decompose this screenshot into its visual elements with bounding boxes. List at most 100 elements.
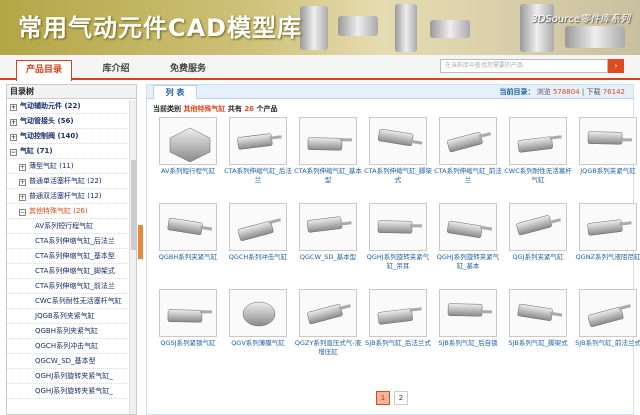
tree-item[interactable]: QGCH系列冲击气缸 — [7, 339, 136, 354]
tree-item[interactable]: JQGB系列夹紧气缸 — [7, 309, 136, 324]
product-name[interactable]: QGNZ系列气液阻尼缸 — [574, 253, 640, 271]
sidebar-scrollbar[interactable] — [129, 100, 136, 414]
page-button-current[interactable]: 1 — [376, 391, 390, 405]
product-card[interactable]: QGSJ系列紧锁气缸 — [154, 289, 222, 371]
expand-icon[interactable]: + — [19, 194, 26, 201]
expand-icon[interactable]: + — [10, 104, 17, 111]
product-card[interactable]: QGHJ系列旋转夹紧气缸_吊耳 — [364, 203, 432, 285]
product-name[interactable]: QGZY系列直压式气-液增压缸 — [294, 339, 362, 357]
product-thumbnail[interactable] — [509, 203, 567, 251]
tree-category[interactable]: + 气动控制阀 (140) — [7, 129, 136, 144]
product-card[interactable]: QGBH系列夹紧气缸 — [154, 203, 222, 285]
tab-list[interactable]: 列 表 — [153, 85, 197, 99]
product-name[interactable]: CTA系列伸缩气缸_基本型 — [294, 167, 362, 185]
product-name[interactable]: CTA系列伸缩气缸_脚架式 — [364, 167, 432, 185]
product-card[interactable]: QGZY系列直压式气-液增压缸 — [294, 289, 362, 371]
tree-item[interactable]: CWC系列耐性无活塞杆气缸 — [7, 294, 136, 309]
collapse-icon[interactable]: − — [10, 149, 17, 156]
product-name[interactable]: QGCH系列冲击气缸 — [224, 253, 292, 271]
product-thumbnail[interactable] — [299, 117, 357, 165]
product-thumbnail[interactable] — [579, 289, 637, 337]
product-card[interactable]: QGHJ系列旋转夹紧气缸_基本 — [434, 203, 502, 285]
tree-item[interactable]: CTA系列伸缩气缸_前法兰 — [7, 279, 136, 294]
product-thumbnail[interactable] — [159, 203, 217, 251]
tree-item[interactable]: CTA系列伸缩气缸_基本型 — [7, 249, 136, 264]
product-name[interactable]: SJB系列气缸_脚架式 — [504, 339, 572, 357]
sidebar-collapse-handle[interactable] — [138, 225, 143, 259]
product-thumbnail[interactable] — [369, 203, 427, 251]
product-thumbnail[interactable] — [299, 203, 357, 251]
collapse-icon[interactable]: − — [19, 209, 26, 216]
product-card[interactable]: CTA系列伸缩气缸_基本型 — [294, 117, 362, 199]
tree-category[interactable]: + 气动辅助元件 (22) — [7, 99, 136, 114]
product-thumbnail[interactable] — [369, 289, 427, 337]
product-name[interactable]: CTA系列伸缩气缸_后法兰 — [224, 167, 292, 185]
search-button[interactable]: › — [608, 59, 624, 73]
product-card[interactable]: QGNZ系列气液阻尼缸 — [574, 203, 640, 285]
product-card[interactable]: SJB系列气缸_后法兰式 — [364, 289, 432, 371]
tree-subcategory[interactable]: + 普通双活塞杆气缸 (12) — [7, 189, 136, 204]
product-name[interactable]: QGJ系列夹紧气缸 — [504, 253, 572, 271]
tree-subcategory-selected[interactable]: − 其他特殊气缸 (26) — [7, 204, 136, 219]
product-thumbnail[interactable] — [299, 289, 357, 337]
product-card[interactable]: CWC系列耐性无活塞杆气缸 — [504, 117, 572, 199]
expand-icon[interactable]: + — [19, 164, 26, 171]
product-card[interactable]: JQGB系列夹紧气缸 — [574, 117, 640, 199]
tab-product-catalog[interactable]: 产品目录 — [16, 60, 72, 81]
product-thumbnail[interactable] — [579, 203, 637, 251]
product-thumbnail[interactable] — [229, 203, 287, 251]
product-card[interactable]: QGV系列薄膜气缸 — [224, 289, 292, 371]
product-card[interactable]: SJB系列气缸_后自锁 — [434, 289, 502, 371]
expand-icon[interactable]: + — [19, 179, 26, 186]
product-name[interactable]: SJB系列气缸_后自锁 — [434, 339, 502, 357]
search-input[interactable] — [440, 59, 608, 73]
product-name[interactable]: SJB系列气缸_前法兰式 — [574, 339, 640, 357]
product-name[interactable]: QGV系列薄膜气缸 — [224, 339, 292, 357]
tab-free-service[interactable]: 免费服务 — [160, 60, 216, 80]
product-name[interactable]: QGSJ系列紧锁气缸 — [154, 339, 222, 357]
tree-item[interactable]: QGHJ系列旋转夹紧气缸_ — [7, 369, 136, 384]
product-thumbnail[interactable] — [509, 117, 567, 165]
product-name[interactable]: SJB系列气缸_后法兰式 — [364, 339, 432, 357]
product-thumbnail[interactable] — [369, 117, 427, 165]
product-thumbnail[interactable] — [439, 203, 497, 251]
product-card[interactable]: AV系列短行程气缸 — [154, 117, 222, 199]
product-card[interactable]: SJB系列气缸_前法兰式 — [574, 289, 640, 371]
product-name[interactable]: QGBH系列夹紧气缸 — [154, 253, 222, 271]
product-name[interactable]: QGHJ系列旋转夹紧气缸_基本 — [434, 253, 502, 271]
product-name[interactable]: QGHJ系列旋转夹紧气缸_吊耳 — [364, 253, 432, 271]
product-card[interactable]: CTA系列伸缩气缸_前法兰 — [434, 117, 502, 199]
product-card[interactable]: QGJ系列夹紧气缸 — [504, 203, 572, 285]
product-card[interactable]: CTA系列伸缩气缸_后法兰 — [224, 117, 292, 199]
tree-subcategory[interactable]: + 普通单活塞杆气缸 (22) — [7, 174, 136, 189]
tree-item[interactable]: QGHJ系列旋转夹紧气缸_ — [7, 384, 136, 399]
product-thumbnail[interactable] — [579, 117, 637, 165]
product-card[interactable]: SJB系列气缸_脚架式 — [504, 289, 572, 371]
product-thumbnail[interactable] — [229, 117, 287, 165]
product-thumbnail[interactable] — [159, 117, 217, 165]
tree-item[interactable]: QGCW_SD_基本型 — [7, 354, 136, 369]
product-name[interactable]: QGCW_SD_基本型 — [294, 253, 362, 271]
product-card[interactable]: QGCW_SD_基本型 — [294, 203, 362, 285]
tree-item[interactable]: CTA系列伸缩气缸_后法兰 — [7, 234, 136, 249]
scrollbar-thumb[interactable] — [131, 160, 136, 250]
tab-library-intro[interactable]: 库介绍 — [90, 60, 142, 80]
tree-category[interactable]: − 气缸 (71) — [7, 144, 136, 159]
product-thumbnail[interactable] — [509, 289, 567, 337]
tree-category[interactable]: + 气动管接头 (56) — [7, 114, 136, 129]
tree-item[interactable]: CTA系列伸缩气缸_脚架式 — [7, 264, 136, 279]
product-name[interactable]: CTA系列伸缩气缸_前法兰 — [434, 167, 502, 185]
product-thumbnail[interactable] — [159, 289, 217, 337]
product-name[interactable]: JQGB系列夹紧气缸 — [574, 167, 640, 185]
product-thumbnail[interactable] — [229, 289, 287, 337]
tree-item[interactable]: AV系列短行程气缸 — [7, 219, 136, 234]
product-card[interactable]: QGCH系列冲击气缸 — [224, 203, 292, 285]
tree-subcategory[interactable]: + 薄型气缸 (11) — [7, 159, 136, 174]
product-name[interactable]: AV系列短行程气缸 — [154, 167, 222, 185]
expand-icon[interactable]: + — [10, 134, 17, 141]
product-thumbnail[interactable] — [439, 289, 497, 337]
product-card[interactable]: CTA系列伸缩气缸_脚架式 — [364, 117, 432, 199]
tree-item[interactable]: QGBH系列夹紧气缸 — [7, 324, 136, 339]
expand-icon[interactable]: + — [10, 119, 17, 126]
page-button[interactable]: 2 — [394, 391, 408, 405]
